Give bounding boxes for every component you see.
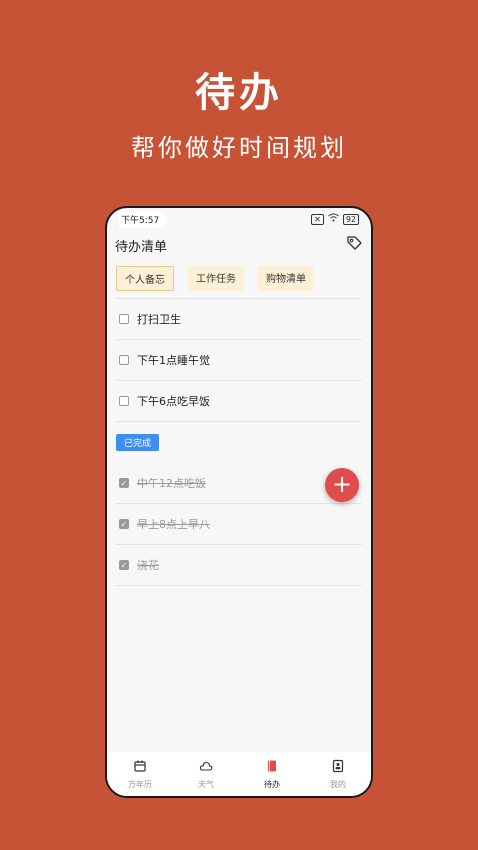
todo-list: 打扫卫生 下午1点睡午觉 下午6点吃早饭 已完成 ✓ 中午12点吃饭 ✓ 早上8… [116, 298, 362, 586]
nav-item-todo[interactable]: 待办 [242, 759, 302, 790]
tab-personal-memo[interactable]: 个人备忘 [116, 266, 174, 291]
nav-item-weather[interactable]: 天气 [176, 759, 236, 790]
todo-item[interactable]: 打扫卫生 [116, 299, 362, 340]
cloud-icon [199, 759, 213, 779]
done-checkbox[interactable]: ✓ [119, 478, 129, 488]
done-checkbox[interactable]: ✓ [119, 519, 129, 529]
done-badge[interactable]: 已完成 [116, 434, 160, 451]
tab-work-tasks[interactable]: 工作任务 [188, 266, 244, 291]
nav-label: 万年历 [128, 779, 152, 789]
done-item[interactable]: ✓ 早上8点上早八 [116, 504, 362, 545]
done-checkbox[interactable]: ✓ [119, 560, 129, 570]
status-time: 下午5:57 [119, 210, 168, 228]
todo-checkbox[interactable] [119, 355, 129, 365]
done-item[interactable]: ✓ 浇花 [116, 545, 362, 586]
phone-frame: 下午5:57 ✕ 92 待办清单 个人备忘 工作任务 购物清单 打扫卫生 下午1… [105, 206, 373, 798]
page-title: 待办清单 [115, 239, 168, 255]
tab-shopping-list[interactable]: 购物清单 [258, 266, 314, 291]
nav-label: 我的 [330, 779, 346, 789]
done-text: 浇花 [137, 559, 159, 572]
add-todo-button[interactable]: + [325, 468, 359, 502]
hero-title: 待办 [195, 69, 283, 116]
wifi-icon [328, 213, 339, 225]
bottom-nav: 万年历 天气 待办 我的 [107, 752, 371, 796]
todo-item[interactable]: 下午6点吃早饭 [116, 381, 362, 422]
battery-icon: 92 [342, 213, 359, 225]
profile-icon [331, 759, 345, 779]
nav-label: 天气 [198, 779, 214, 789]
todo-checkbox[interactable] [119, 314, 129, 324]
hero-subtitle: 帮你做好时间规划 [131, 134, 347, 162]
tag-icon[interactable] [345, 234, 363, 256]
sim-icon: ✕ [311, 213, 324, 225]
status-bar: 下午5:57 ✕ 92 [107, 208, 371, 230]
nav-label: 待办 [264, 779, 280, 789]
todo-item[interactable]: 下午1点睡午觉 [116, 340, 362, 381]
todo-checkbox[interactable] [119, 396, 129, 406]
done-text: 中午12点吃饭 [137, 477, 206, 490]
todo-text: 下午6点吃早饭 [137, 395, 210, 408]
status-icons: ✕ 92 [311, 213, 359, 225]
nav-item-calendar[interactable]: 万年历 [110, 759, 170, 790]
done-text: 早上8点上早八 [137, 518, 210, 531]
notebook-icon [265, 759, 279, 779]
done-section-header: 已完成 [116, 422, 362, 463]
calendar-icon [133, 759, 147, 779]
todo-text: 下午1点睡午觉 [137, 354, 210, 367]
header: 待办清单 [115, 234, 363, 256]
category-tabs: 个人备忘 工作任务 购物清单 [116, 266, 314, 291]
nav-item-profile[interactable]: 我的 [308, 759, 368, 790]
todo-text: 打扫卫生 [137, 313, 181, 326]
